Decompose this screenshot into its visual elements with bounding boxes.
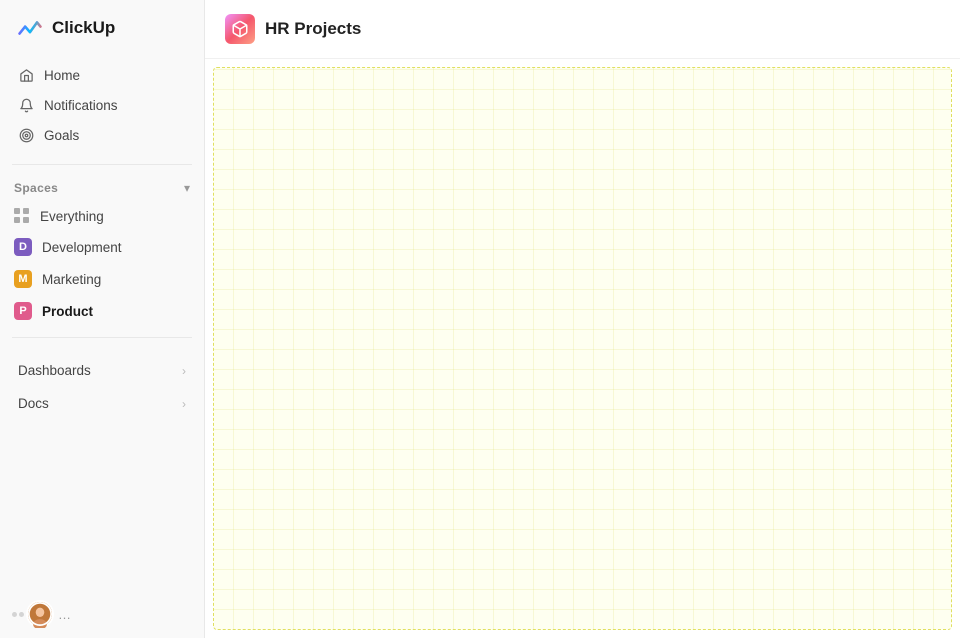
space-item-development[interactable]: D Development [0, 231, 204, 263]
main-content: HR Projects [205, 0, 960, 638]
logo[interactable]: ClickUp [0, 0, 204, 56]
sidebar: ClickUp Home Notifications [0, 0, 205, 638]
dashboards-chevron-icon: › [182, 364, 186, 378]
sidebar-footer: … [0, 590, 204, 638]
hr-projects-icon [225, 14, 255, 44]
main-title: HR Projects [265, 19, 361, 39]
expandable-docs[interactable]: Docs › [4, 387, 200, 420]
docs-chevron-icon: › [182, 397, 186, 411]
user-avatar [26, 600, 54, 628]
spaces-chevron-icon: ▾ [184, 181, 190, 195]
space-label-development: Development [42, 240, 122, 255]
space-avatar-marketing: M [14, 270, 32, 288]
space-label-product: Product [42, 304, 93, 319]
space-item-everything[interactable]: Everything [0, 201, 204, 231]
home-icon [18, 67, 34, 83]
spaces-header[interactable]: Spaces ▾ [0, 175, 204, 201]
space-item-marketing[interactable]: M Marketing [0, 263, 204, 295]
nav-item-notifications[interactable]: Notifications [8, 90, 196, 120]
dashboards-label: Dashboards [18, 363, 91, 378]
clickup-logo-icon [16, 14, 44, 42]
space-label-marketing: Marketing [42, 272, 101, 287]
grid-icon [14, 208, 30, 224]
space-avatar-product: P [14, 302, 32, 320]
expandable-dashboards[interactable]: Dashboards › [4, 354, 200, 387]
spaces-label: Spaces [14, 181, 58, 195]
sidebar-nav: Home Notifications Goals [0, 56, 204, 154]
space-label-everything: Everything [40, 209, 104, 224]
space-item-product[interactable]: P Product [0, 295, 204, 327]
user-avatar-stack[interactable]: … [12, 600, 71, 628]
nav-item-goals[interactable]: Goals [8, 120, 196, 150]
divider-2 [12, 337, 192, 338]
goals-icon [18, 127, 34, 143]
sidebar-expandables: Dashboards › Docs › [0, 354, 204, 420]
nav-label-goals: Goals [44, 128, 79, 143]
nav-item-home[interactable]: Home [8, 60, 196, 90]
bell-icon [18, 97, 34, 113]
main-body [213, 67, 952, 630]
user-ellipsis: … [58, 607, 71, 622]
nav-label-home: Home [44, 68, 80, 83]
nav-label-notifications: Notifications [44, 98, 118, 113]
space-avatar-development: D [14, 238, 32, 256]
docs-label: Docs [18, 396, 49, 411]
avatar-dots [12, 612, 24, 617]
divider-1 [12, 164, 192, 165]
logo-text: ClickUp [52, 18, 115, 38]
main-header: HR Projects [205, 0, 960, 59]
